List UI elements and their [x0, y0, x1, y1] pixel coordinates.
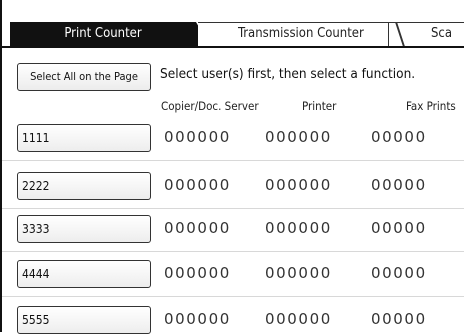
copier-counter: 000000 [164, 128, 231, 146]
user-button[interactable]: 5555 [17, 306, 151, 334]
row-separator [2, 208, 464, 209]
tab-print-counter-label: Print Counter [64, 26, 142, 41]
fax-counter: 00000 [371, 176, 427, 194]
copier-counter: 000000 [164, 219, 231, 237]
copier-counter: 000000 [164, 310, 231, 328]
column-header-copier: Copier/Doc. Server [161, 99, 259, 113]
copier-counter: 000000 [164, 264, 231, 282]
user-button[interactable]: 4444 [17, 260, 151, 288]
fax-counter: 00000 [371, 264, 427, 282]
tab-transmission-counter-label: Transmission Counter [238, 26, 364, 41]
instruction-text: Select user(s) first, then select a func… [160, 66, 416, 82]
tab-underline [2, 46, 464, 48]
tab-scan-counter-label: Sca [431, 26, 453, 41]
user-button[interactable]: 1111 [17, 124, 151, 152]
printer-counter: 000000 [265, 176, 332, 194]
user-button[interactable]: 3333 [17, 215, 151, 243]
printer-counter: 000000 [265, 219, 332, 237]
printer-counter: 000000 [265, 264, 332, 282]
select-all-button[interactable]: Select All on the Page [17, 63, 151, 91]
user-button[interactable]: 2222 [17, 172, 151, 200]
row-separator [2, 160, 464, 161]
row-separator [2, 251, 464, 252]
printer-counter: 000000 [265, 310, 332, 328]
fax-counter: 00000 [371, 219, 427, 237]
column-header-printer: Printer [302, 99, 337, 113]
printer-counter: 000000 [265, 128, 332, 146]
column-header-fax-prints: Fax Prints [406, 99, 456, 113]
tab-print-counter[interactable]: Print Counter [10, 22, 210, 46]
tab-transmission-counter[interactable]: Transmission Counter [198, 22, 400, 46]
tab-bar: Print Counter Transmission Counter Sca [0, 0, 464, 54]
row-separator [2, 296, 464, 297]
fax-counter: 00000 [371, 128, 427, 146]
fax-counter: 00000 [371, 310, 427, 328]
copier-counter: 000000 [164, 176, 231, 194]
